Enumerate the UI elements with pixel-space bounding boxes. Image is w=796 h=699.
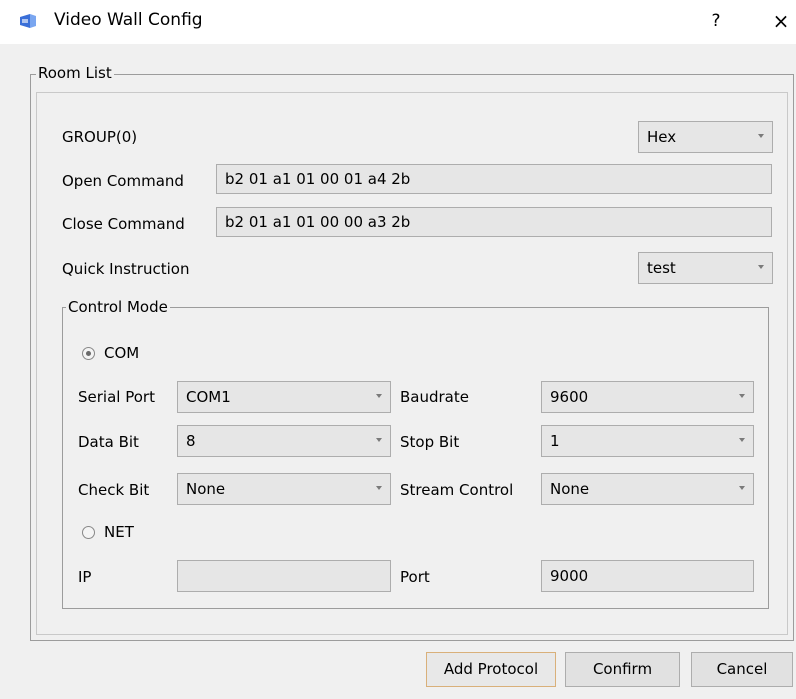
control-mode-legend: Control Mode	[66, 298, 170, 316]
quick-instruction-select-value: test	[647, 259, 676, 277]
app-icon	[20, 14, 36, 28]
port-input[interactable]: 9000	[541, 560, 754, 592]
room-list-legend: Room List	[36, 64, 114, 82]
net-label[interactable]: NET	[104, 522, 134, 542]
open-command-input[interactable]: b2 01 a1 01 00 01 a4 2b	[216, 164, 772, 194]
chevron-down-icon	[739, 438, 745, 442]
window-title: Video Wall Config	[54, 10, 203, 30]
chevron-down-icon	[739, 486, 745, 490]
chevron-down-icon	[376, 394, 382, 398]
baudrate-label: Baudrate	[400, 388, 469, 406]
close-button[interactable]: ×	[770, 8, 792, 34]
help-button[interactable]: ?	[706, 8, 726, 34]
check-bit-label: Check Bit	[78, 481, 150, 499]
baudrate-select[interactable]: 9600	[541, 381, 754, 413]
com-radio[interactable]	[82, 347, 95, 360]
group-label: GROUP(0)	[62, 128, 138, 146]
chevron-down-icon	[758, 134, 764, 138]
serial-port-label: Serial Port	[78, 388, 155, 406]
data-bit-select[interactable]: 8	[177, 425, 391, 457]
format-select-value: Hex	[647, 128, 677, 146]
stream-control-select[interactable]: None	[541, 473, 754, 505]
ip-input[interactable]	[177, 560, 391, 592]
stream-control-value: None	[550, 480, 590, 498]
net-radio[interactable]	[82, 526, 95, 539]
quick-instruction-label: Quick Instruction	[62, 260, 190, 278]
stop-bit-label: Stop Bit	[400, 433, 460, 451]
serial-port-select[interactable]: COM1	[177, 381, 391, 413]
close-command-input[interactable]: b2 01 a1 01 00 00 a3 2b	[216, 207, 772, 237]
format-select[interactable]: Hex	[638, 121, 773, 153]
title-bar: Video Wall Config ? ×	[0, 0, 796, 44]
chevron-down-icon	[376, 486, 382, 490]
serial-port-value: COM1	[186, 388, 231, 406]
check-bit-select[interactable]: None	[177, 473, 391, 505]
close-command-label: Close Command	[62, 215, 185, 233]
data-bit-value: 8	[186, 432, 196, 450]
baudrate-value: 9600	[550, 388, 589, 406]
chevron-down-icon	[739, 394, 745, 398]
stop-bit-select[interactable]: 1	[541, 425, 754, 457]
com-label[interactable]: COM	[104, 343, 139, 363]
check-bit-value: None	[186, 480, 226, 498]
stop-bit-value: 1	[550, 432, 560, 450]
chevron-down-icon	[376, 438, 382, 442]
port-label: Port	[400, 568, 430, 586]
chevron-down-icon	[758, 265, 764, 269]
stream-control-label: Stream Control	[400, 481, 514, 499]
quick-instruction-select[interactable]: test	[638, 252, 773, 284]
open-command-label: Open Command	[62, 172, 184, 190]
confirm-button[interactable]: Confirm	[565, 652, 680, 687]
add-protocol-button[interactable]: Add Protocol	[426, 652, 556, 687]
ip-label: IP	[78, 568, 92, 586]
cancel-button[interactable]: Cancel	[691, 652, 793, 687]
data-bit-label: Data Bit	[78, 433, 139, 451]
